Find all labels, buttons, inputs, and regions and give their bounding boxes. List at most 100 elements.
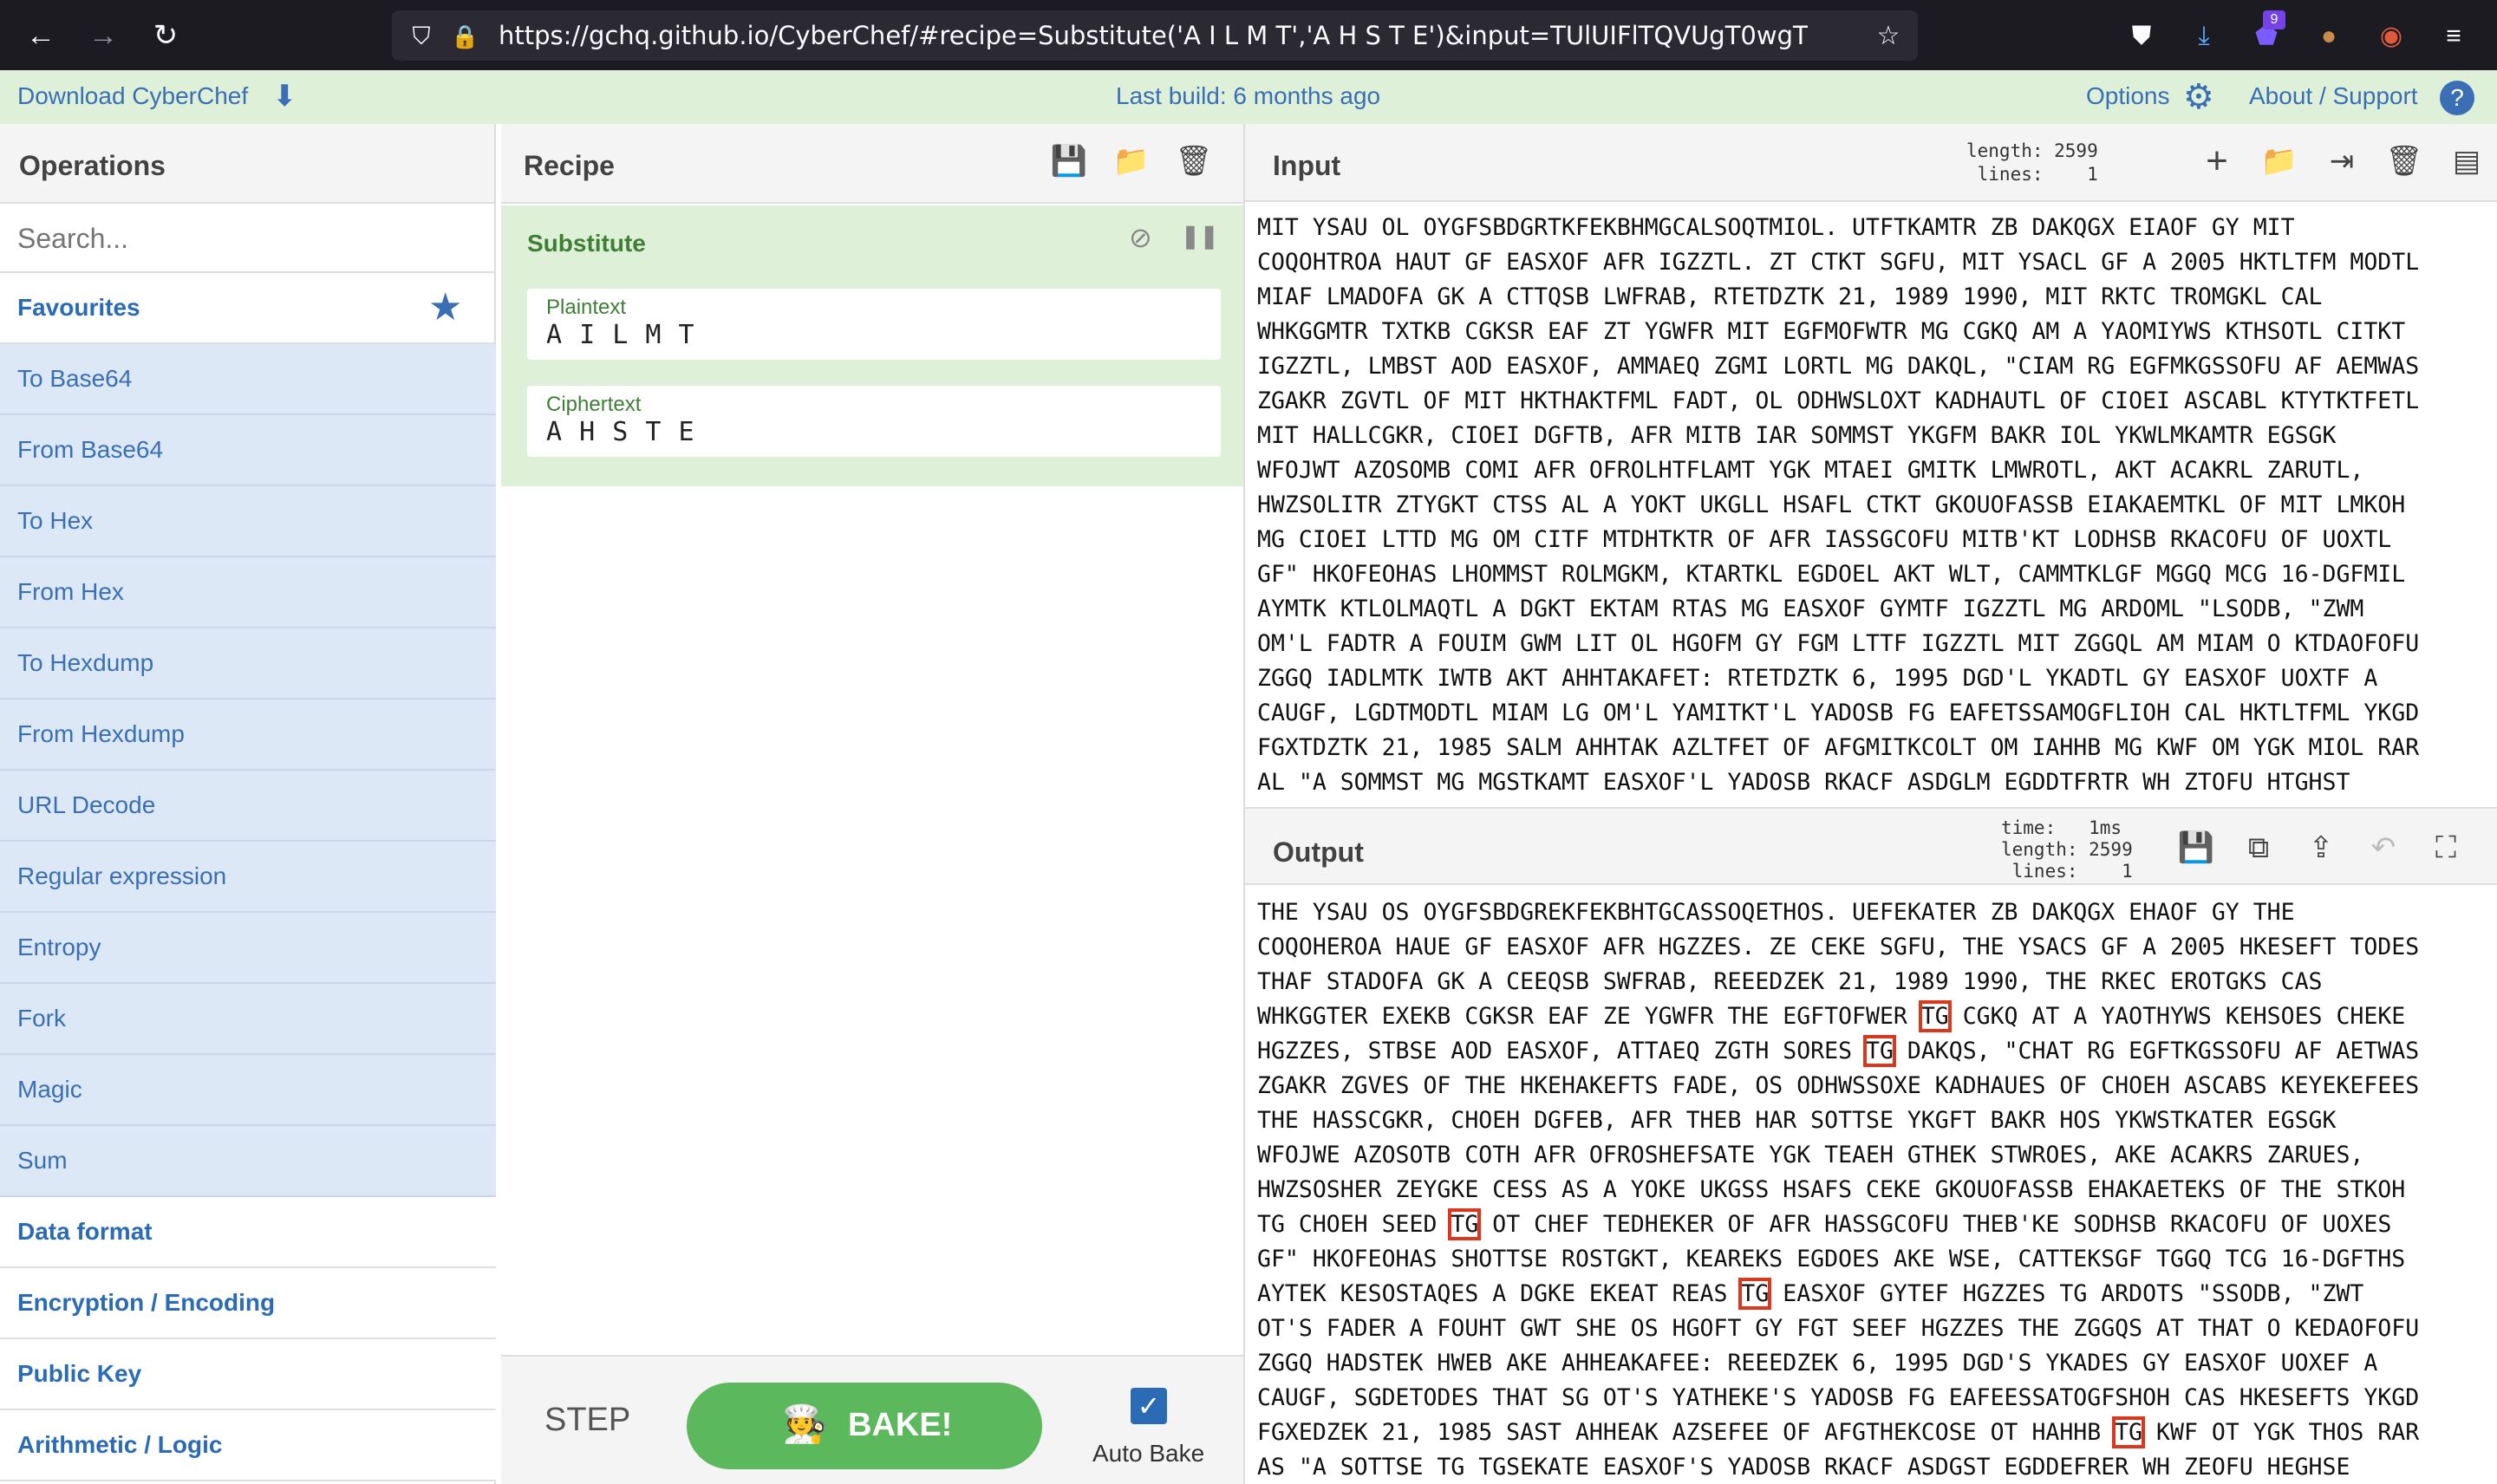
op-item[interactable]: Magic — [0, 1055, 496, 1126]
forward-icon[interactable]: → — [83, 16, 123, 55]
op-item[interactable]: From Hex — [0, 557, 496, 628]
add-tab-icon[interactable]: + — [2197, 141, 2237, 181]
save-output-icon[interactable]: 💾 — [2176, 828, 2216, 868]
input-line: AL "A SOMMST MG MGSTKAMT EASXOF'L YADOSB… — [1257, 769, 2350, 796]
plaintext-value[interactable]: A I L M T — [546, 320, 695, 350]
output-text: THAF STADOFA GK A CEEQSB SWFRAB, REEEDZE… — [1257, 968, 2323, 995]
load-recipe-icon[interactable]: 📁 — [1112, 141, 1151, 181]
open-file-icon[interactable]: ⇥ — [2322, 141, 2362, 181]
reset-layout-icon[interactable]: ▤ — [2447, 141, 2487, 181]
maximize-icon[interactable]: ⛶ — [2426, 828, 2466, 868]
output-textarea[interactable]: THE YSAU OS OYGFSBDGREKFEKBHTGCASSOQETHO… — [1257, 895, 2488, 1484]
category-arithmetic-logic[interactable]: Arithmetic / Logic — [0, 1410, 496, 1481]
recipe-title: Recipe — [524, 150, 615, 181]
profile-avatar-icon[interactable]: ◉ — [2372, 17, 2410, 55]
op-item[interactable]: Sum — [0, 1126, 496, 1197]
highlighted-match: TG — [2112, 1416, 2146, 1448]
shield-icon[interactable]: ⛉ — [406, 19, 437, 54]
bake-button[interactable]: 🧑‍🍳 BAKE! — [687, 1383, 1042, 1469]
op-item[interactable]: To Base64 — [0, 344, 496, 415]
output-text: FGXEDZEK 21, 1985 SAST AHHEAK AZSEFEE OF… — [1257, 1419, 2116, 1446]
lock-icon: 🔒 — [451, 23, 479, 49]
output-line: GF" HKOFEOHAS SHOTTSE ROSTGKT, KEAREKS E… — [1257, 1242, 2488, 1277]
downloads-icon[interactable]: ⤓ — [2185, 17, 2223, 55]
help-icon[interactable]: ? — [2440, 81, 2474, 115]
star-icon[interactable]: ★ — [428, 285, 462, 329]
undo-icon[interactable]: ↶ — [2363, 828, 2403, 868]
favourites-category[interactable]: Favourites ★ — [0, 273, 494, 344]
output-line: AS "A SOTTSE TG TGSEKATE EASXOF'S YADOSB… — [1257, 1450, 2488, 1484]
top-banner: Download CyberChef ⬇ Last build: 6 month… — [0, 70, 2497, 124]
input-line: MG CIOEI LTTD MG OM CITF MTDHTKTR OF AFR… — [1257, 526, 2392, 553]
about-support-link[interactable]: About / Support — [2249, 82, 2418, 110]
ciphertext-field[interactable]: Ciphertext A H S T E — [527, 386, 1221, 457]
search-input[interactable] — [17, 218, 477, 259]
input-line: WFOJWT AZOSOMB COMI AFR OFROLHTFLAMT YGK… — [1257, 457, 2364, 484]
gear-icon[interactable]: ⚙ — [2183, 77, 2214, 117]
url-text[interactable]: https://gchq.github.io/CyberChef/#recipe… — [499, 21, 1808, 52]
output-text: THE HASSCGKR, CHOEH DGFEB, AFR THEB HAR … — [1257, 1107, 2337, 1134]
input-line: CAUGF, LGDTMODTL MIAM LG OM'L YAMITKT'L … — [1257, 700, 2420, 726]
pause-icon[interactable]: ❚❚ — [1181, 223, 1219, 250]
output-line: HWZSOSHER ZEYGKE CESS AS A YOKE UKGSS HS… — [1257, 1173, 2488, 1207]
op-item[interactable]: From Base64 — [0, 415, 496, 486]
output-text: KWF OT YGK THOS RAR — [2142, 1419, 2420, 1446]
ciphertext-value[interactable]: A H S T E — [546, 417, 695, 447]
operations-panel: Operations Favourites ★ To Base64 From B… — [0, 124, 496, 1484]
autobake-checkbox[interactable]: ✓ — [1131, 1388, 1167, 1424]
op-item[interactable]: Entropy — [0, 913, 496, 984]
op-item[interactable]: To Hexdump — [0, 628, 496, 700]
search-box[interactable] — [0, 204, 494, 273]
recipe-header: Recipe 💾 📁 🗑 — [501, 124, 1243, 204]
operation-name: Substitute — [527, 230, 646, 257]
operations-header: Operations — [0, 124, 494, 204]
input-textarea[interactable]: MIT YSAU OL OYGFSBDGRTKFEKBHMGCALSOQTMIO… — [1257, 211, 2488, 798]
output-text: HGZZES, STBSE AOD EASXOF, ATTAEQ ZGTH SO… — [1257, 1038, 1866, 1064]
reload-icon[interactable]: ↻ — [146, 16, 186, 55]
save-recipe-icon[interactable]: 💾 — [1049, 141, 1089, 181]
output-line: ZGGQ HADSTEK HWEB AKE AHHEAKAFEE: REEEDZ… — [1257, 1346, 2488, 1381]
category-public-key[interactable]: Public Key — [0, 1339, 496, 1410]
highlighted-match: TG — [1448, 1208, 1482, 1240]
plaintext-field[interactable]: Plaintext A I L M T — [527, 289, 1221, 360]
output-text: OT CHEF TEDHEKER OF AFR HASSGCOFU THEB'K… — [1478, 1211, 2392, 1238]
last-build-text[interactable]: Last build: 6 months ago — [1116, 82, 1380, 110]
category-encryption-encoding[interactable]: Encryption / Encoding — [0, 1268, 496, 1339]
output-text: THE YSAU OS OYGFSBDGREKFEKBHTGCASSOQETHO… — [1257, 899, 2295, 926]
op-item[interactable]: To Hex — [0, 486, 496, 557]
open-folder-icon[interactable]: 📁 — [2259, 141, 2299, 181]
menu-icon[interactable]: ≡ — [2435, 17, 2473, 55]
input-title: Input — [1273, 150, 1341, 181]
download-link[interactable]: Download CyberChef — [17, 82, 248, 110]
op-item[interactable]: URL Decode — [0, 771, 496, 842]
input-line: OM'L FADTR A FOUIM GWM LIT OL HGOFM GY F… — [1257, 630, 2420, 657]
input-line: COQOHTROA HAUT GF EASXOF AFR IGZZTL. ZT … — [1257, 249, 2420, 276]
back-icon[interactable]: ← — [21, 16, 61, 55]
substitute-operation[interactable]: Substitute ⊘ ❚❚ Plaintext A I L M T Ciph… — [501, 205, 1243, 486]
clear-input-icon[interactable]: 🗑 — [2384, 141, 2424, 181]
category-data-format[interactable]: Data format — [0, 1197, 496, 1268]
op-item[interactable]: Fork — [0, 984, 496, 1055]
input-header: Input length: 2599 lines: 1 + 📁 ⇥ 🗑 ▤ — [1245, 124, 2497, 202]
options-link[interactable]: Options — [2086, 82, 2170, 110]
copy-output-icon[interactable]: ⧉ — [2239, 828, 2279, 868]
replace-input-icon[interactable]: ⇪ — [2301, 828, 2341, 868]
cookie-icon[interactable]: ● — [2310, 17, 2348, 55]
download-icon[interactable]: ⬇ — [272, 79, 297, 114]
extension-badge: 9 — [2263, 10, 2285, 29]
disable-icon[interactable]: ⊘ — [1129, 221, 1152, 254]
op-item[interactable]: Regular expression — [0, 842, 496, 913]
input-line: ZGGQ IADLMTK IWTB AKT AHHTAKAFET: RTETDZ… — [1257, 665, 2378, 692]
step-button[interactable]: STEP — [544, 1402, 630, 1439]
output-text: AS "A SOTTSE TG TGSEKATE EASXOF'S YADOSB… — [1257, 1454, 2350, 1481]
output-text: ZGAKR ZGVES OF THE HKEHAKEFTS FADE, OS O… — [1257, 1072, 2420, 1099]
clear-recipe-icon[interactable]: 🗑 — [1174, 141, 1214, 181]
operations-title: Operations — [19, 150, 166, 181]
browser-toolbar: ← → ↻ ⛉ 🔒 https://gchq.github.io/CyberCh… — [0, 0, 2497, 70]
output-line: THAF STADOFA GK A CEEQSB SWFRAB, REEEDZE… — [1257, 965, 2488, 999]
output-line: THE YSAU OS OYGFSBDGREKFEKBHTGCASSOQETHO… — [1257, 895, 2488, 930]
bookmark-star-icon[interactable]: ☆ — [1869, 17, 1907, 55]
op-item[interactable]: From Hexdump — [0, 700, 496, 771]
highlighted-match: TG — [1738, 1278, 1772, 1310]
pocket-icon[interactable]: ⛊ — [2122, 17, 2161, 55]
